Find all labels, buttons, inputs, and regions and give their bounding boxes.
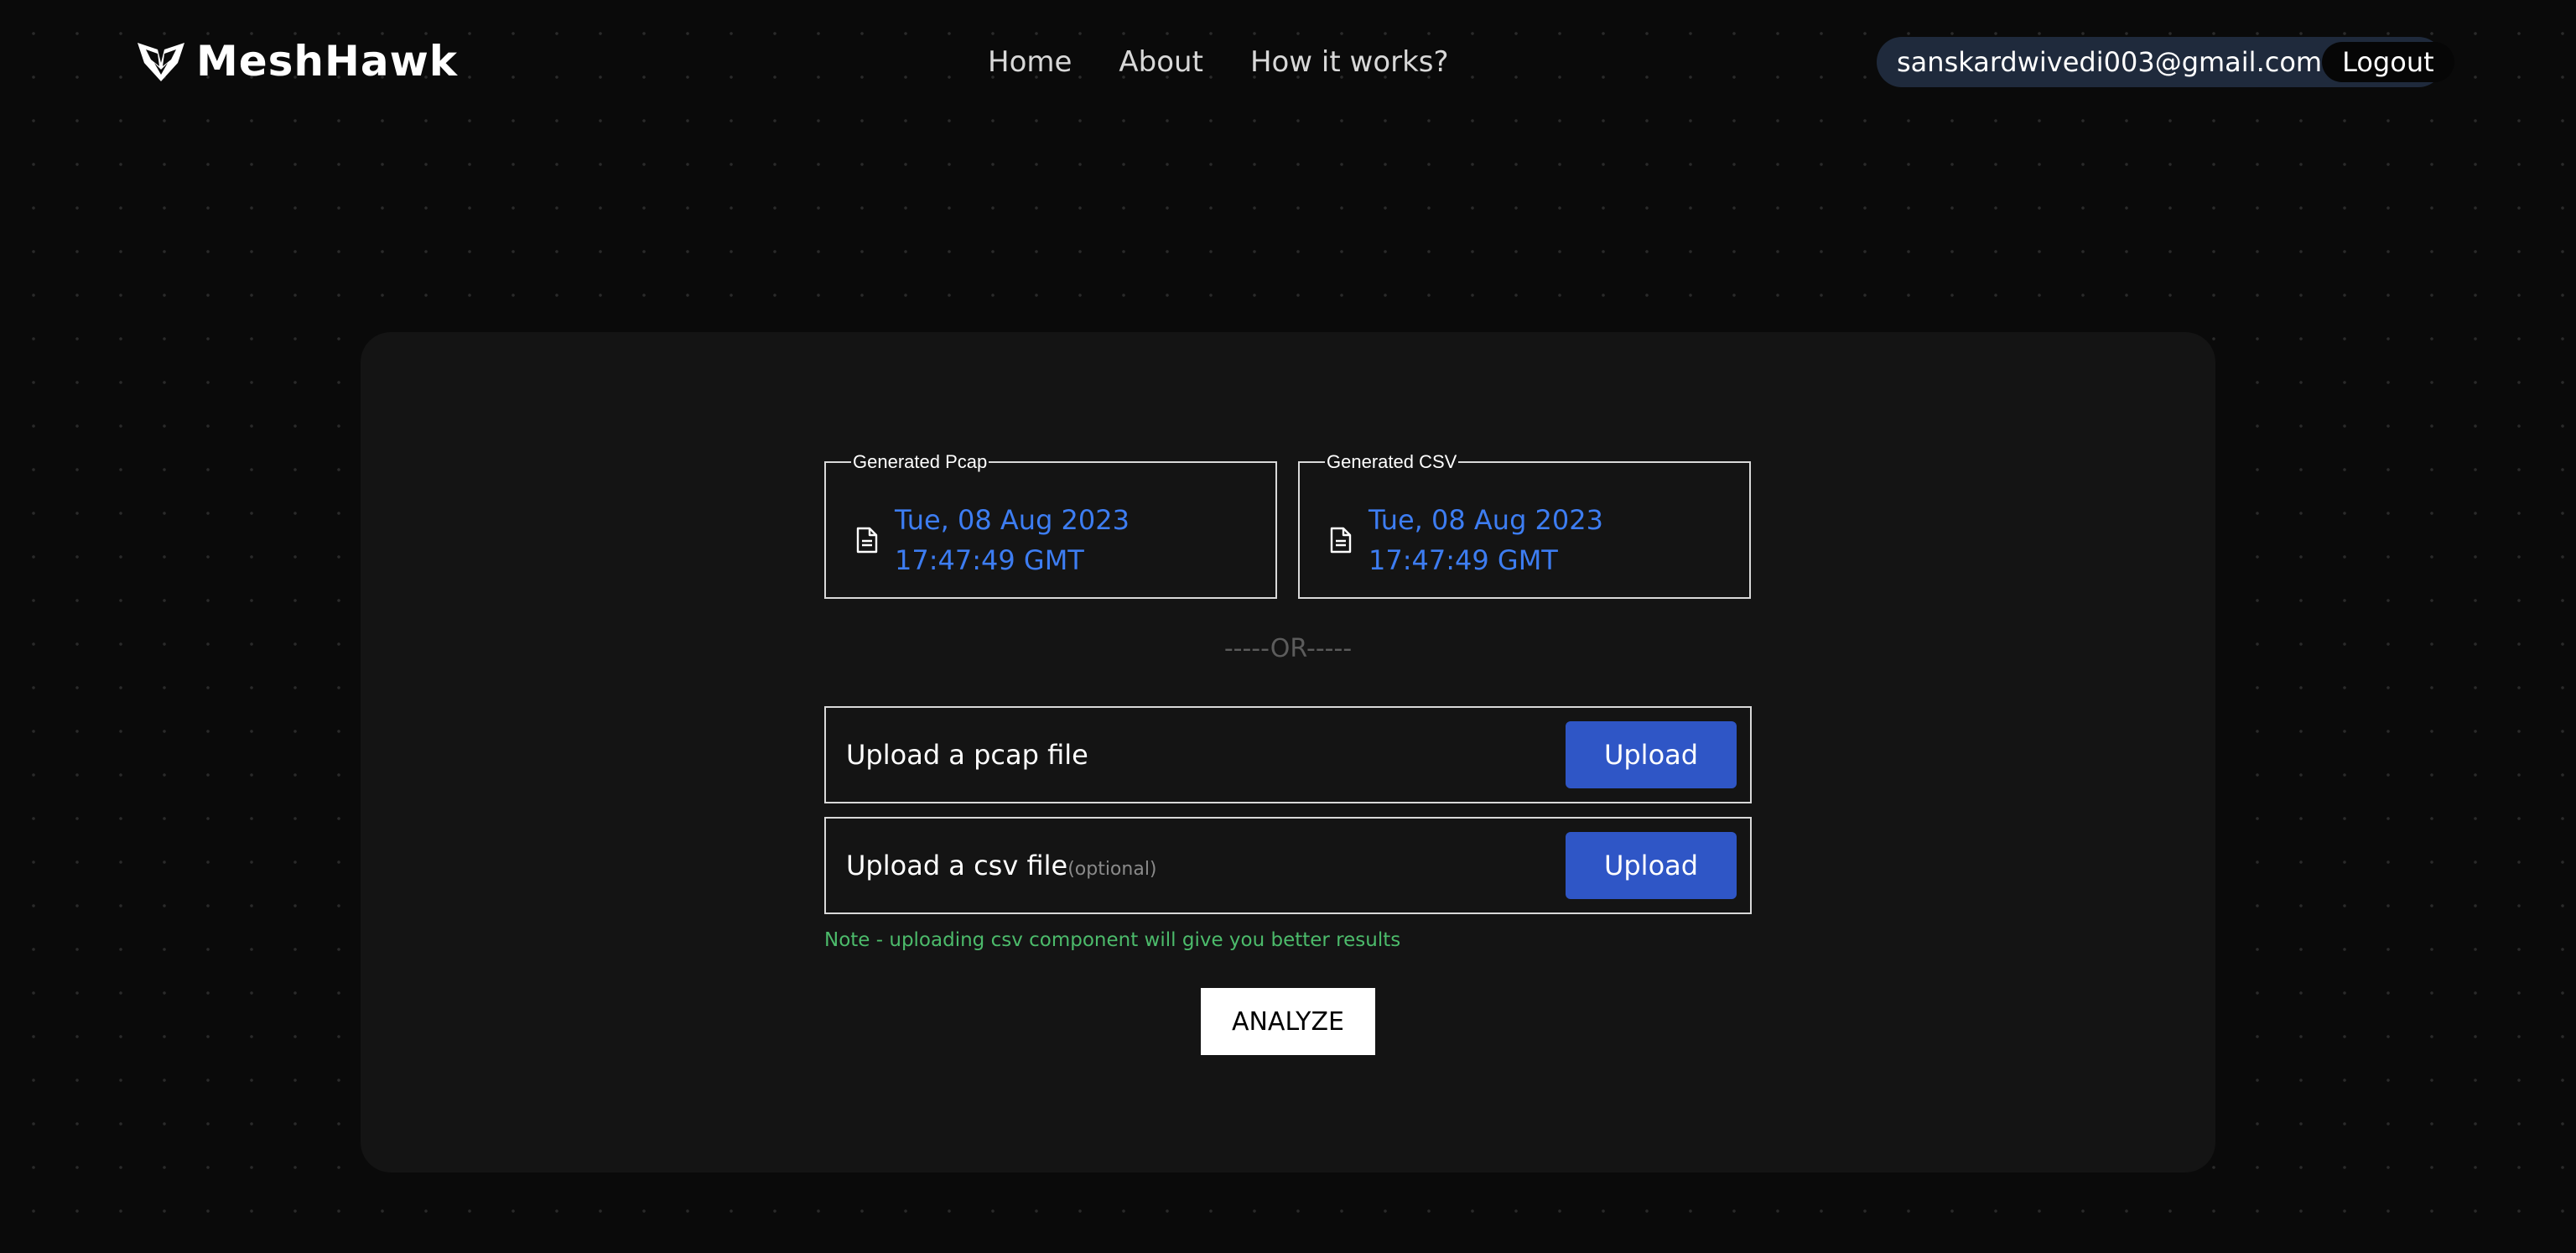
hawk-shield-icon bbox=[134, 38, 188, 85]
generated-csv-legend: Generated CSV bbox=[1325, 451, 1459, 473]
or-separator: -----OR----- bbox=[1223, 634, 1353, 663]
upload-csv-button[interactable]: Upload bbox=[1566, 832, 1737, 899]
user-email: sanskardwivedi003@gmail.com bbox=[1897, 46, 2323, 78]
csv-note: Note - uploading csv component will give… bbox=[824, 929, 1401, 951]
generated-pcap-box: Generated Pcap Tue, 08 Aug 2023 17:47:49… bbox=[824, 451, 1277, 599]
upload-pcap-button[interactable]: Upload bbox=[1566, 721, 1737, 788]
logout-button[interactable]: Logout bbox=[2322, 42, 2454, 82]
nav-home[interactable]: Home bbox=[988, 45, 1072, 79]
upload-pcap-text: Upload a pcap file bbox=[846, 739, 1088, 771]
analyze-button[interactable]: ANALYZE bbox=[1201, 988, 1375, 1055]
brand-logo[interactable]: MeshHawk bbox=[134, 34, 458, 89]
upload-csv-label: Upload a csv file (optional) bbox=[846, 850, 1157, 881]
document-icon bbox=[1330, 527, 1352, 554]
upload-csv-row: Upload a csv file (optional) Upload bbox=[824, 817, 1752, 914]
generated-csv-link[interactable]: Tue, 08 Aug 2023 17:47:49 GMT bbox=[1368, 500, 1729, 580]
main-nav: Home About How it works? bbox=[988, 39, 1449, 86]
upload-csv-text: Upload a csv file bbox=[846, 850, 1068, 881]
generated-pcap-legend: Generated Pcap bbox=[851, 451, 989, 473]
user-account-pill: sanskardwivedi003@gmail.com Logout bbox=[1877, 37, 2454, 87]
document-icon bbox=[856, 527, 878, 554]
brand-name: MeshHawk bbox=[196, 37, 459, 86]
nav-how-it-works[interactable]: How it works? bbox=[1250, 45, 1449, 79]
optional-hint: (optional) bbox=[1067, 859, 1157, 880]
nav-about[interactable]: About bbox=[1119, 45, 1203, 79]
upload-pcap-label: Upload a pcap file bbox=[846, 739, 1088, 771]
generated-csv-box: Generated CSV Tue, 08 Aug 2023 17:47:49 … bbox=[1298, 451, 1751, 599]
generated-pcap-link[interactable]: Tue, 08 Aug 2023 17:47:49 GMT bbox=[895, 500, 1255, 580]
upload-pcap-row: Upload a pcap file Upload bbox=[824, 706, 1752, 803]
